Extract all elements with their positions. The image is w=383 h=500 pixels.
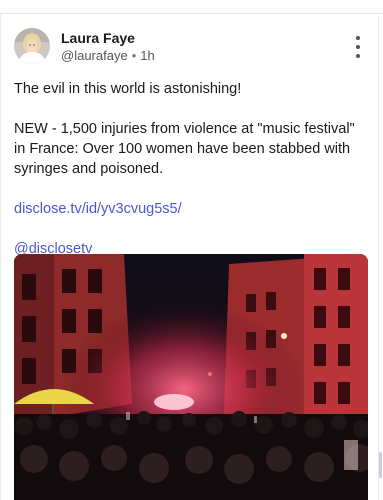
author-handle[interactable]: @laurafaye [61, 48, 128, 63]
post-text-line1: The evil in this world is astonishing! [14, 81, 242, 97]
post-time[interactable]: 1h [140, 48, 154, 63]
post-photo[interactable] [14, 254, 368, 500]
post-header: Laura Faye @laurafaye • 1h [14, 28, 368, 68]
festival-crowd-photo [14, 254, 368, 500]
right-border [378, 14, 379, 500]
left-border [0, 14, 1, 500]
post-body: The evil in this world is astonishing! N… [14, 79, 368, 279]
more-dot [356, 45, 360, 49]
avatar[interactable] [14, 28, 50, 64]
more-vertical-icon [356, 36, 360, 40]
author-meta: @laurafaye • 1h [61, 48, 155, 63]
meta-separator: • [131, 48, 137, 63]
more-options-button[interactable] [350, 36, 366, 58]
post-link[interactable]: disclose.tv/id/yv3cvug5s5/ [14, 201, 182, 217]
scrollbar-thumb[interactable] [379, 452, 382, 478]
more-dot [356, 54, 360, 58]
post-text-line2: NEW - 1,500 injuries from violence at "m… [14, 121, 355, 177]
top-divider [0, 0, 383, 14]
author-name[interactable]: Laura Faye [61, 30, 135, 46]
user-avatar-icon [14, 28, 50, 64]
